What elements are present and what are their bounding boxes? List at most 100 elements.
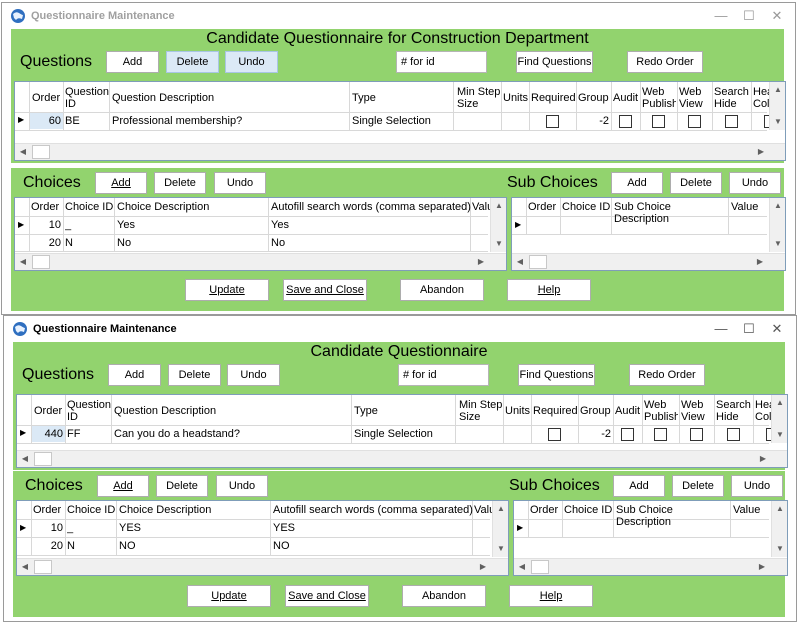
abandon-button[interactable]: Abandon — [402, 585, 486, 607]
minimize-icon[interactable]: — — [710, 320, 732, 338]
choice-autofill-cell[interactable]: YES — [273, 520, 471, 536]
sub-choices-delete-button[interactable]: Delete — [672, 475, 724, 497]
sub-choices-delete-button[interactable]: Delete — [670, 172, 722, 194]
help-button[interactable]: Help — [507, 279, 591, 301]
col-header-group[interactable]: Group — [580, 405, 614, 417]
choice-order-cell[interactable]: 20 — [32, 538, 63, 554]
sub-choices-vertical-scrollbar[interactable]: ▲ ▼ — [769, 198, 785, 252]
col-header-units[interactable]: Units — [503, 92, 531, 104]
scroll-thumb[interactable] — [34, 452, 52, 466]
scroll-down-icon[interactable]: ▼ — [770, 236, 785, 252]
choice-description-cell[interactable]: YES — [119, 520, 269, 536]
scroll-down-icon[interactable]: ▼ — [491, 236, 506, 252]
choice-id-cell[interactable]: _ — [67, 520, 115, 536]
choices-vertical-scrollbar[interactable]: ▲ ▼ — [492, 501, 508, 557]
col-header-choice-description[interactable]: Choice Description — [119, 504, 269, 516]
scroll-right-icon[interactable]: ▶ — [755, 451, 771, 467]
question-order-cell[interactable]: 440 — [32, 426, 65, 442]
question-group-cell[interactable]: -2 — [577, 113, 609, 129]
maximize-icon[interactable]: ☐ — [738, 7, 760, 25]
choice-autofill-cell[interactable]: NO — [273, 538, 471, 554]
col-header-sub-choice-description[interactable]: Sub Choice Description — [614, 201, 728, 225]
questions-undo-button[interactable]: Undo — [225, 51, 278, 73]
save-and-close-button[interactable]: Save and Close — [283, 279, 367, 301]
scroll-up-icon[interactable]: ▲ — [770, 82, 785, 98]
col-header-value[interactable]: Valu — [474, 504, 492, 516]
choice-description-cell[interactable]: No — [117, 235, 267, 251]
scroll-thumb[interactable] — [34, 560, 52, 574]
question-id-search-input[interactable]: # for id — [398, 364, 489, 386]
questions-horizontal-scrollbar[interactable]: ◀ ▶ — [17, 450, 787, 467]
col-header-choice-id[interactable]: Choice ID — [562, 201, 612, 213]
question-description-cell[interactable]: Professional membership? — [112, 113, 348, 129]
questions-horizontal-scrollbar[interactable]: ◀ ▶ — [15, 143, 785, 160]
web-view-checkbox[interactable] — [690, 428, 703, 441]
abandon-button[interactable]: Abandon — [400, 279, 484, 301]
scroll-down-icon[interactable]: ▼ — [772, 541, 787, 557]
choice-autofill-cell[interactable]: Yes — [271, 217, 469, 233]
close-icon[interactable]: ✕ — [766, 320, 788, 338]
choice-autofill-cell[interactable]: No — [271, 235, 469, 251]
col-header-type[interactable]: Type — [354, 405, 414, 417]
choices-undo-button[interactable]: Undo — [214, 172, 266, 194]
col-header-autofill[interactable]: Autofill search words (comma separated) — [271, 201, 471, 213]
sub-choices-undo-button[interactable]: Undo — [731, 475, 783, 497]
required-checkbox[interactable] — [546, 115, 559, 128]
sub-choices-undo-button[interactable]: Undo — [729, 172, 781, 194]
scroll-left-icon[interactable]: ◀ — [15, 144, 31, 160]
scroll-left-icon[interactable]: ◀ — [514, 559, 530, 575]
col-header-search-hide[interactable]: Search Hide — [716, 399, 754, 423]
scroll-up-icon[interactable]: ▲ — [770, 198, 785, 214]
choices-delete-button[interactable]: Delete — [156, 475, 208, 497]
question-group-cell[interactable]: -2 — [579, 426, 611, 442]
col-header-order[interactable]: Order — [33, 504, 65, 516]
audit-checkbox[interactable] — [621, 428, 634, 441]
web-view-checkbox[interactable] — [688, 115, 701, 128]
col-header-audit[interactable]: Audit — [615, 405, 643, 417]
scroll-down-icon[interactable]: ▼ — [772, 427, 787, 443]
col-header-required[interactable]: Required — [531, 92, 577, 104]
question-id-cell[interactable]: BE — [65, 113, 109, 129]
scroll-up-icon[interactable]: ▲ — [772, 501, 787, 517]
scroll-left-icon[interactable]: ◀ — [15, 254, 31, 270]
update-button[interactable]: Update — [185, 279, 269, 301]
scroll-thumb[interactable] — [32, 145, 50, 159]
choice-order-cell[interactable]: 10 — [30, 217, 61, 233]
search-hide-checkbox[interactable] — [725, 115, 738, 128]
scroll-right-icon[interactable]: ▶ — [752, 254, 768, 270]
questions-add-button[interactable]: Add — [108, 364, 161, 386]
question-id-search-input[interactable]: # for id — [396, 51, 487, 73]
question-id-cell[interactable]: FF — [67, 426, 111, 442]
title-bar[interactable]: Questionnaire Maintenance — ☐ ✕ — [2, 3, 795, 29]
choice-description-cell[interactable]: Yes — [117, 217, 267, 233]
scroll-down-icon[interactable]: ▼ — [493, 541, 508, 557]
col-header-choice-description[interactable]: Choice Description — [117, 201, 267, 213]
web-publish-checkbox[interactable] — [654, 428, 667, 441]
find-questions-button[interactable]: Find Questions — [518, 364, 595, 386]
col-header-order[interactable]: Order — [31, 201, 63, 213]
update-button[interactable]: Update — [187, 585, 271, 607]
scroll-left-icon[interactable]: ◀ — [17, 451, 33, 467]
scroll-thumb[interactable] — [531, 560, 549, 574]
help-button[interactable]: Help — [509, 585, 593, 607]
scroll-right-icon[interactable]: ▶ — [754, 559, 770, 575]
col-header-required[interactable]: Required — [533, 405, 579, 417]
col-header-web-view[interactable]: Web View — [681, 399, 713, 423]
choice-id-cell[interactable]: N — [67, 538, 115, 554]
col-header-question-id[interactable]: Question ID — [65, 86, 109, 110]
search-hide-checkbox[interactable] — [727, 428, 740, 441]
col-header-header-collapse[interactable]: Hea Colla — [755, 399, 771, 423]
redo-order-button[interactable]: Redo Order — [629, 364, 705, 386]
question-description-cell[interactable]: Can you do a headstand? — [114, 426, 350, 442]
col-header-value[interactable]: Value — [731, 201, 767, 213]
col-header-header-collapse[interactable]: Hea Colla — [753, 86, 769, 110]
choices-add-button[interactable]: Add — [95, 172, 147, 194]
find-questions-button[interactable]: Find Questions — [516, 51, 593, 73]
scroll-thumb[interactable] — [529, 255, 547, 269]
col-header-order[interactable]: Order — [34, 405, 64, 417]
col-header-autofill[interactable]: Autofill search words (comma separated) — [273, 504, 473, 516]
col-header-type[interactable]: Type — [352, 92, 412, 104]
questions-delete-button[interactable]: Delete — [168, 364, 221, 386]
choices-undo-button[interactable]: Undo — [216, 475, 268, 497]
scroll-right-icon[interactable]: ▶ — [475, 559, 491, 575]
